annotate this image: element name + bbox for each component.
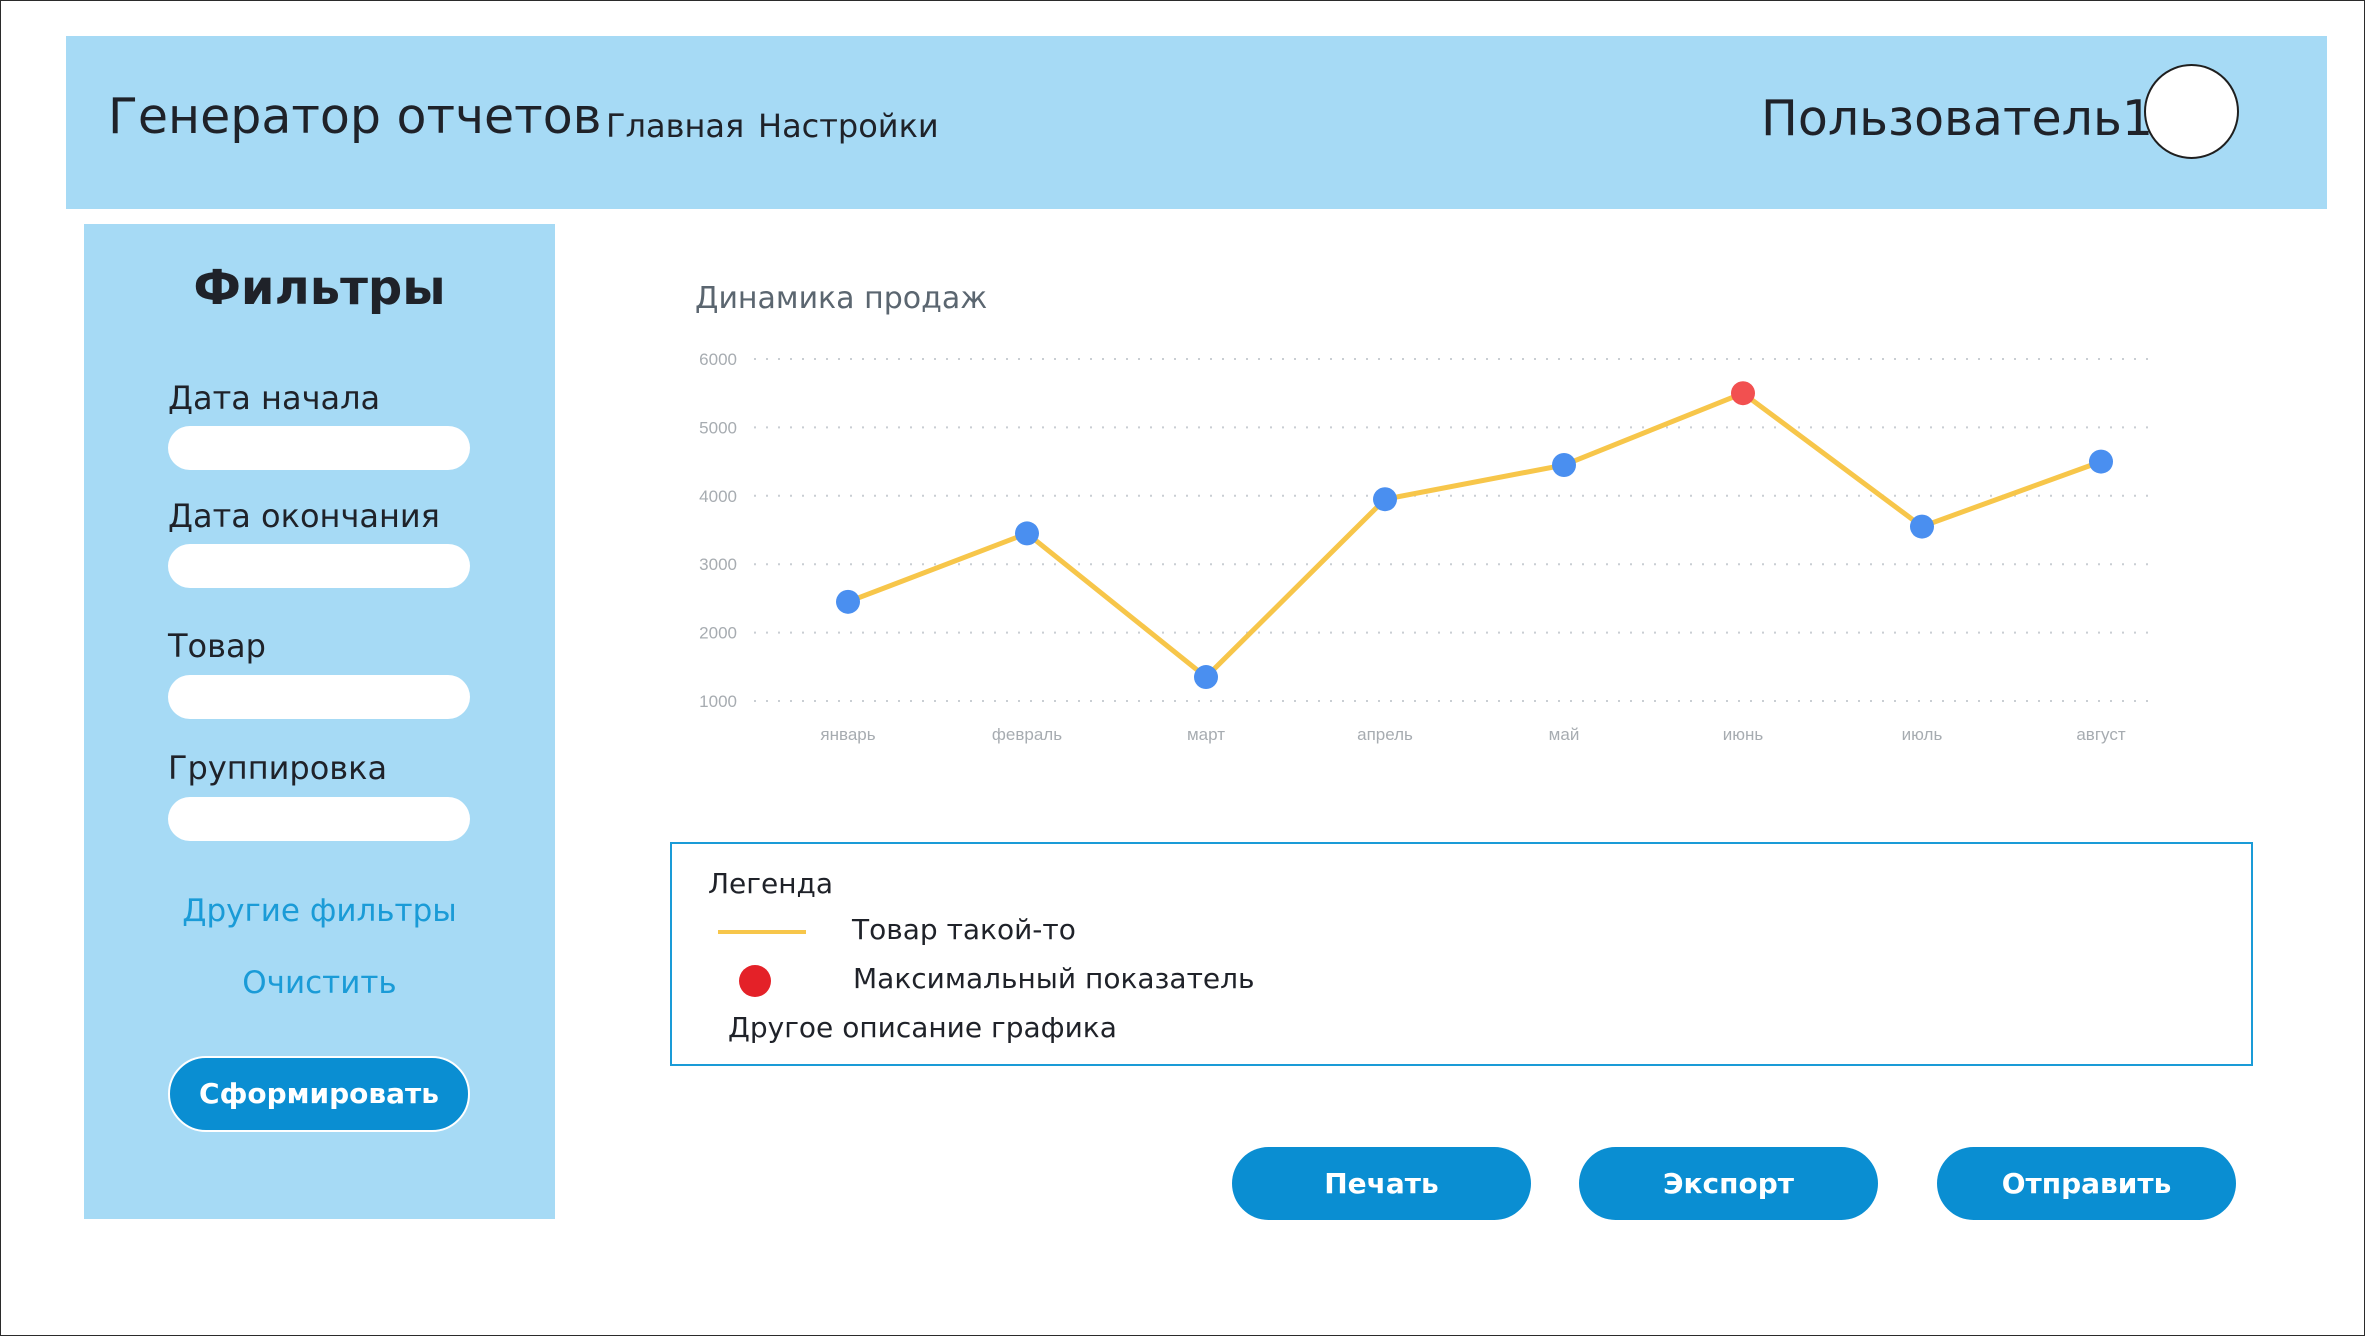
end-date-field[interactable]: [168, 544, 470, 588]
nav-home-link[interactable]: Главная: [606, 110, 744, 142]
nav-settings-link[interactable]: Настройки: [758, 110, 939, 142]
export-button[interactable]: Экспорт: [1579, 1147, 1878, 1220]
data-point: [1194, 665, 1218, 690]
y-tick-label: 1000: [699, 692, 737, 711]
y-tick-label: 2000: [699, 624, 737, 643]
legend-max-label: Максимальный показатель: [853, 962, 1255, 995]
filters-title: Фильтры: [193, 260, 446, 316]
y-tick-label: 6000: [699, 350, 737, 369]
x-tick-label: февраль: [992, 725, 1062, 744]
more-filters-link[interactable]: Другие фильтры: [84, 896, 555, 927]
legend-line-swatch: [718, 930, 806, 934]
avatar[interactable]: [2144, 64, 2239, 159]
y-tick-label: 3000: [699, 555, 737, 574]
generate-button[interactable]: Сформировать: [168, 1056, 470, 1132]
x-tick-label: апрель: [1357, 725, 1413, 744]
username: Пользователь1: [1761, 90, 2154, 147]
start-date-label: Дата начала: [168, 379, 381, 417]
start-date-field[interactable]: [168, 426, 470, 470]
data-point: [1373, 487, 1397, 512]
legend-series-label: Товар такой-то: [852, 913, 1076, 946]
x-tick-label: июнь: [1723, 725, 1764, 744]
product-field[interactable]: [168, 675, 470, 719]
clear-filters-link[interactable]: Очистить: [84, 968, 555, 999]
legend-description: Другое описание графика: [728, 1011, 1117, 1044]
y-tick-label: 5000: [699, 418, 737, 437]
print-button[interactable]: Печать: [1232, 1147, 1531, 1220]
grouping-field[interactable]: [168, 797, 470, 841]
legend-max-dot-icon: [739, 965, 771, 997]
data-point: [1552, 453, 1576, 478]
end-date-label: Дата окончания: [168, 497, 440, 535]
product-label: Товар: [168, 627, 266, 665]
max-data-point: [1731, 381, 1755, 406]
sales-line-chart: 1000 2000 3000 4000 5000 6000 январь февраль мар…: [699, 350, 2156, 744]
x-tick-label: март: [1187, 725, 1225, 744]
filters-sidebar: Фильтры Дата начала Дата окончания Товар…: [84, 224, 555, 1219]
x-tick-label: август: [2076, 725, 2125, 744]
chart-title: Динамика продаж: [695, 281, 988, 316]
data-point: [836, 589, 860, 614]
top-header: Генератор отчетов Главная Настройки Поль…: [66, 36, 2327, 209]
chart-legend: Легенда Товар такой-то Максимальный пока…: [670, 842, 2253, 1066]
data-point: [1910, 514, 1934, 539]
grouping-label: Группировка: [168, 749, 388, 787]
data-point: [2089, 449, 2113, 474]
x-tick-label: январь: [820, 725, 875, 744]
x-tick-label: май: [1549, 725, 1580, 744]
legend-title: Легенда: [708, 867, 834, 900]
send-button[interactable]: Отправить: [1937, 1147, 2236, 1220]
data-point: [1015, 521, 1039, 546]
x-tick-label: июль: [1902, 725, 1943, 744]
y-tick-label: 4000: [699, 487, 737, 506]
app-title: Генератор отчетов: [108, 88, 602, 145]
